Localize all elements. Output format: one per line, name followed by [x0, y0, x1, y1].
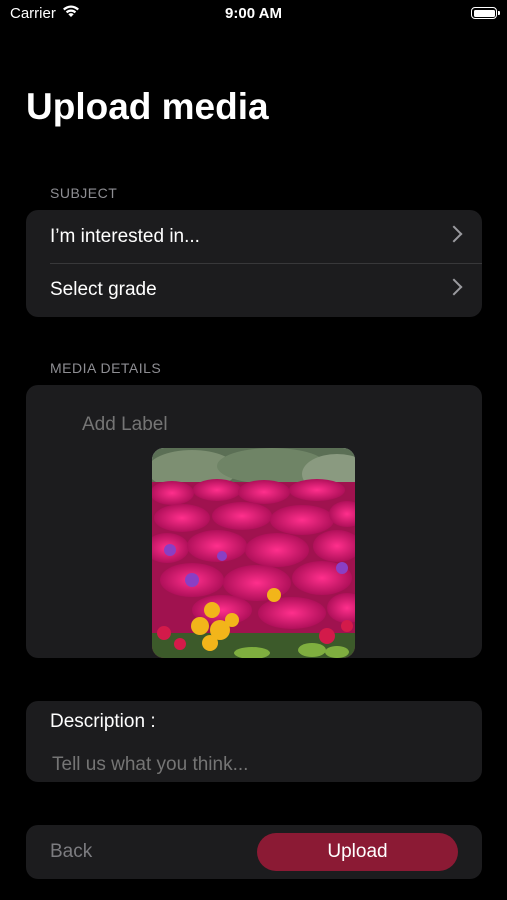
media-photo[interactable] — [152, 448, 355, 658]
chevron-right-icon — [445, 278, 463, 296]
description-card: Description : — [26, 701, 482, 782]
subject-card: I’m interested in... Select grade — [26, 210, 482, 317]
flower-photo-image — [152, 448, 355, 658]
chevron-right-icon — [445, 225, 463, 243]
subject-section-label: SUBJECT — [50, 185, 118, 201]
interest-row-label: I’m interested in... — [50, 225, 200, 247]
add-label-input[interactable] — [80, 413, 384, 437]
back-button[interactable]: Back — [50, 841, 92, 863]
grade-row-label: Select grade — [50, 278, 157, 300]
media-details-card — [26, 385, 482, 658]
status-bar: Carrier 9:00 AM — [0, 0, 507, 30]
upload-button[interactable]: Upload — [257, 833, 458, 871]
description-input[interactable] — [50, 753, 454, 777]
description-title: Description : — [50, 711, 156, 732]
grade-row[interactable]: Select grade — [26, 263, 482, 316]
battery-icon — [471, 7, 500, 19]
clock: 9:00 AM — [225, 5, 282, 22]
page-title: Upload media — [26, 86, 269, 127]
interest-row[interactable]: I’m interested in... — [26, 210, 482, 263]
bottom-action-bar: Back Upload — [26, 825, 482, 879]
media-details-section-label: MEDIA DETAILS — [50, 360, 162, 376]
